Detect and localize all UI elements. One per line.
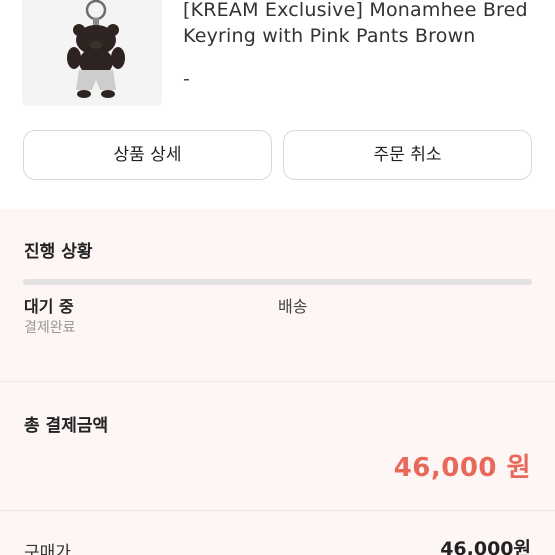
step-waiting-sub: 결제완료	[24, 320, 76, 336]
status-title: 진행 상황	[24, 242, 93, 262]
order-status-section: 진행 상황 대기 중 배송 결제완료	[0, 209, 555, 381]
product-thumbnail[interactable]	[22, 0, 162, 106]
product-title: [KREAM Exclusive] Monamhee Bred Keyring …	[183, 0, 528, 47]
purchase-price-value: 46,000원	[440, 538, 531, 555]
progress-fill	[23, 279, 532, 285]
product-detail-button[interactable]: 상품 상세	[23, 130, 272, 180]
step-shipping: 배송	[278, 297, 308, 316]
progress-track	[23, 279, 532, 285]
price-row: 구매가 46,000원	[0, 510, 555, 555]
step-waiting: 대기 중	[24, 297, 74, 316]
payment-section: 총 결제금액 46,000 원 구매가 46,000원	[0, 382, 555, 555]
purchase-price-label: 구매가	[24, 543, 71, 555]
payment-total: 46,000 원	[393, 453, 531, 483]
keyring-bear-image	[22, 0, 162, 106]
product-option: -	[183, 68, 190, 90]
payment-title: 총 결제금액	[24, 416, 109, 436]
product-summary: [KREAM Exclusive] Monamhee Bred Keyring …	[0, 0, 555, 122]
cancel-order-button[interactable]: 주문 취소	[283, 130, 532, 180]
